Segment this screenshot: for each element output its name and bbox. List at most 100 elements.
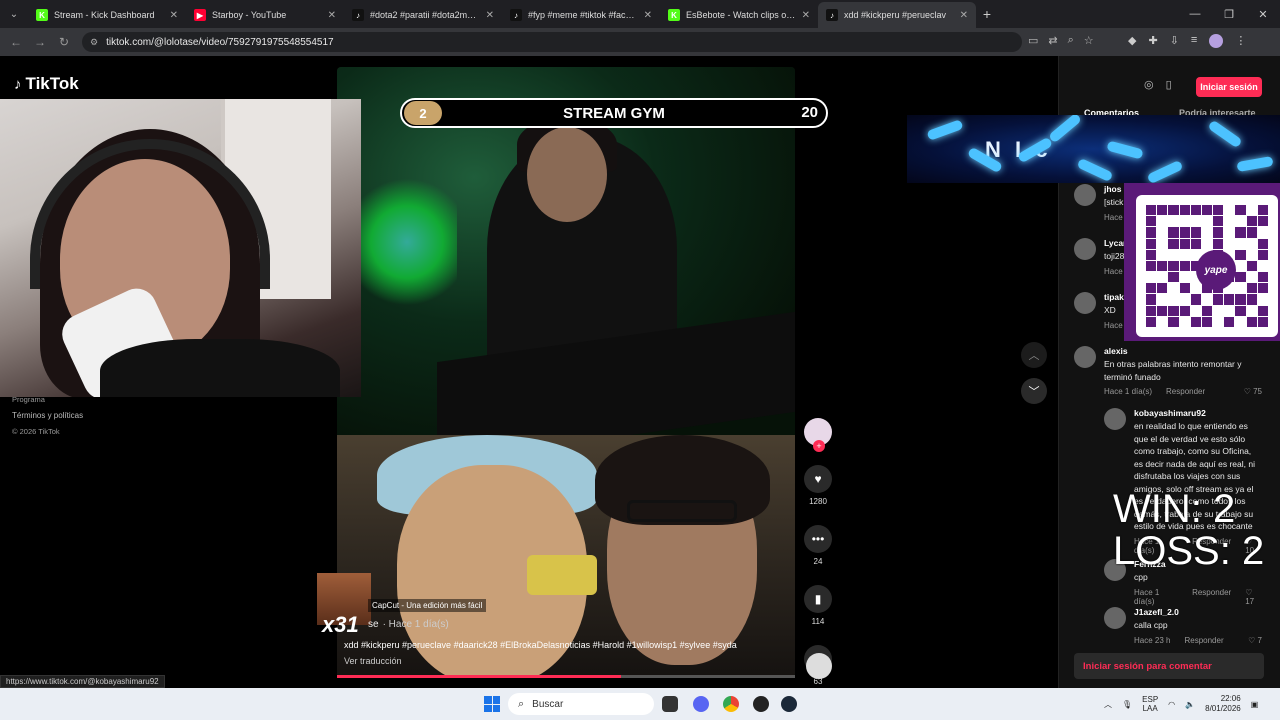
comment-avatar[interactable] <box>1074 292 1096 314</box>
comment-like-icon[interactable]: ♡ 17 <box>1245 588 1262 606</box>
neon-bar <box>1076 157 1114 183</box>
comment-like-icon[interactable]: ♡ 7 <box>1248 636 1262 645</box>
tab-close-icon[interactable]: ✕ <box>328 10 336 21</box>
profile-avatar[interactable] <box>1209 34 1224 48</box>
music-disc-avatar[interactable] <box>806 653 832 679</box>
progress-fill <box>337 675 621 678</box>
next-video-chevron-down-icon[interactable]: ﹀ <box>1021 378 1047 404</box>
comment-count: 24 <box>813 557 823 566</box>
comment-username[interactable]: alexis <box>1104 346 1262 356</box>
tab-title: Stream - Kick Dashboard <box>54 10 155 20</box>
reply-button[interactable]: Responder <box>1166 387 1205 396</box>
comment-avatar[interactable] <box>1104 607 1126 629</box>
volume-icon[interactable]: 🔈 <box>1185 700 1195 709</box>
minimize-icon[interactable]: — <box>1178 8 1212 20</box>
browser-tab[interactable]: ▶ Starboy - YouTube ✕ <box>186 2 344 28</box>
comment-avatar[interactable] <box>1074 184 1096 206</box>
tab-close-icon[interactable]: ✕ <box>802 10 810 21</box>
restore-icon[interactable]: ❐ <box>1212 8 1246 21</box>
cast-icon[interactable]: ▭ <box>1028 34 1038 47</box>
webcam-overlay <box>0 99 361 397</box>
discord-icon[interactable] <box>693 696 709 712</box>
site-info-icon[interactable]: ⚙ <box>90 37 98 48</box>
tab-favicon-icon: K <box>36 9 48 21</box>
comment-username[interactable]: kobayashimaru92 <box>1134 408 1262 418</box>
follow-plus-icon[interactable]: + <box>813 440 825 452</box>
banner-right-number: 20 <box>801 104 818 121</box>
lang-bottom: LAA <box>1142 704 1158 713</box>
close-window-icon[interactable]: ✕ <box>1246 8 1280 21</box>
tab-close-icon[interactable]: ✕ <box>486 10 494 21</box>
comment-login-button[interactable]: Iniciar sesión para comentar <box>1074 653 1264 679</box>
tab-close-icon[interactable]: ✕ <box>170 10 178 21</box>
comment-avatar[interactable] <box>1104 408 1126 430</box>
video-author: se · Hace 1 día(s) <box>368 619 449 630</box>
steam-icon[interactable] <box>781 696 797 712</box>
tab-title: #fyp #meme #tiktok #faceboo <box>528 10 638 20</box>
login-button[interactable]: Iniciar sesión <box>1196 77 1262 97</box>
bookmark-star-icon[interactable]: ☆ <box>1084 34 1094 47</box>
video-description[interactable]: xdd #kickperu #perueclave #daarick28 #El… <box>344 640 784 650</box>
browser-tab[interactable]: ♪ #dota2 #paratii #dota2memes ✕ <box>344 2 502 28</box>
translate-icon[interactable]: ⇄ <box>1048 34 1057 47</box>
extension-icon[interactable]: ◆ <box>1128 34 1136 48</box>
tab-search-icon[interactable]: ⌄ <box>0 0 28 28</box>
browser-tab[interactable]: ♪ #fyp #meme #tiktok #faceboo ✕ <box>502 2 660 28</box>
obs-icon[interactable] <box>753 696 769 712</box>
author-avatar[interactable]: + <box>804 418 832 452</box>
tab-close-icon[interactable]: ✕ <box>644 10 652 21</box>
chrome-icon[interactable] <box>723 696 739 712</box>
like-icon[interactable]: ♥ <box>804 465 832 493</box>
clock[interactable]: 22:06 8/01/2026 <box>1205 694 1241 714</box>
reply-button[interactable]: Responder <box>1184 636 1223 645</box>
capcut-label[interactable]: CapCut - Una edición más fácil <box>368 599 487 612</box>
coins-icon[interactable]: ◎ <box>1144 78 1154 91</box>
url-bar[interactable]: ⚙ tiktok.com/@lolotase/video/75927919755… <box>82 32 1022 52</box>
media-icon[interactable]: ≡ <box>1191 34 1197 48</box>
tab-title: Starboy - YouTube <box>212 10 287 20</box>
tab-title: #dota2 #paratii #dota2memes <box>370 10 480 20</box>
video-actions: + ♥ 1280 ••• 24 ▮ 114 ➦ 63 <box>803 418 833 686</box>
browser-tab[interactable]: K EsBebote - Watch clips on Kick ✕ <box>660 2 818 28</box>
microphone-icon[interactable]: 🎙 <box>1122 700 1132 709</box>
wifi-icon[interactable]: ◠ <box>1168 700 1175 709</box>
back-icon[interactable]: ← <box>4 35 28 49</box>
previous-video-chevron-up-icon[interactable]: ︿ <box>1021 342 1047 368</box>
save-count: 114 <box>811 617 825 626</box>
taskbar-search-label: Buscar <box>532 698 564 710</box>
author-name[interactable]: se <box>368 619 379 630</box>
notification-icon[interactable]: ▣ <box>1251 700 1259 709</box>
tab-favicon-icon: K <box>668 9 680 21</box>
browser-tab[interactable]: K Stream - Kick Dashboard ✕ <box>28 2 186 28</box>
windows-start-icon[interactable] <box>484 696 500 712</box>
bookmark-icon[interactable]: ▮ <box>804 585 832 613</box>
comment-icon[interactable]: ••• <box>804 525 832 553</box>
video-progress-bar[interactable] <box>337 675 795 678</box>
reply-button[interactable]: Responder <box>1192 588 1231 606</box>
reload-icon[interactable]: ↻ <box>52 35 76 49</box>
puzzle-icon[interactable]: ✚ <box>1148 34 1157 48</box>
forward-icon[interactable]: → <box>28 35 52 49</box>
tab-close-icon[interactable]: ✕ <box>960 10 968 21</box>
yape-logo: yape <box>1196 250 1236 290</box>
comment-avatar[interactable] <box>1074 238 1096 260</box>
sidebar-link-terms[interactable]: Términos y políticas <box>12 408 83 424</box>
comment-username[interactable]: J1azefl_2.0 <box>1134 607 1262 617</box>
new-tab-button[interactable]: + <box>976 6 998 22</box>
neon-bar <box>1106 140 1144 160</box>
browser-tab[interactable]: ♪ xdd #kickperu #perueclav ✕ <box>818 2 976 28</box>
language-indicator[interactable]: ESP LAA <box>1142 695 1158 713</box>
device-icon[interactable]: ▯ <box>1166 78 1172 91</box>
taskbar-search[interactable]: ⌕ Buscar <box>508 693 654 715</box>
lang-top: ESP <box>1142 695 1159 704</box>
translate-link[interactable]: Ver traducción <box>344 656 402 666</box>
comment-avatar[interactable] <box>1074 346 1096 368</box>
download-icon[interactable]: ⇩ <box>1170 34 1179 48</box>
comment-like-icon[interactable]: ♡ 75 <box>1244 387 1262 396</box>
file-explorer-icon[interactable] <box>662 696 678 712</box>
kebab-menu-icon[interactable]: ⋮ <box>1235 34 1246 48</box>
tray-chevron-up-icon[interactable]: ︿ <box>1104 699 1112 710</box>
zoom-icon[interactable]: ⌕ <box>1068 34 1074 47</box>
tiktok-logo[interactable]: ♪ TikTok <box>14 74 79 94</box>
video-player[interactable] <box>337 67 795 678</box>
